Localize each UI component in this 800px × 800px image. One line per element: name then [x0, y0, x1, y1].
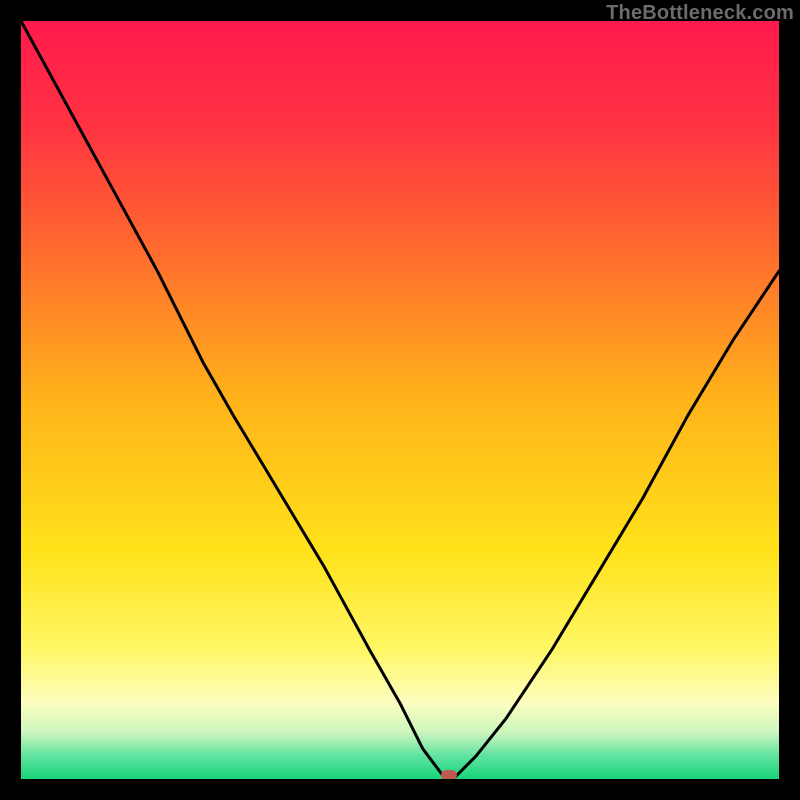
optimal-point-marker [441, 770, 457, 779]
plot-area [21, 21, 779, 779]
watermark-text: TheBottleneck.com [606, 2, 794, 25]
chart-frame: TheBottleneck.com [0, 0, 800, 800]
bottleneck-curve [21, 21, 779, 779]
